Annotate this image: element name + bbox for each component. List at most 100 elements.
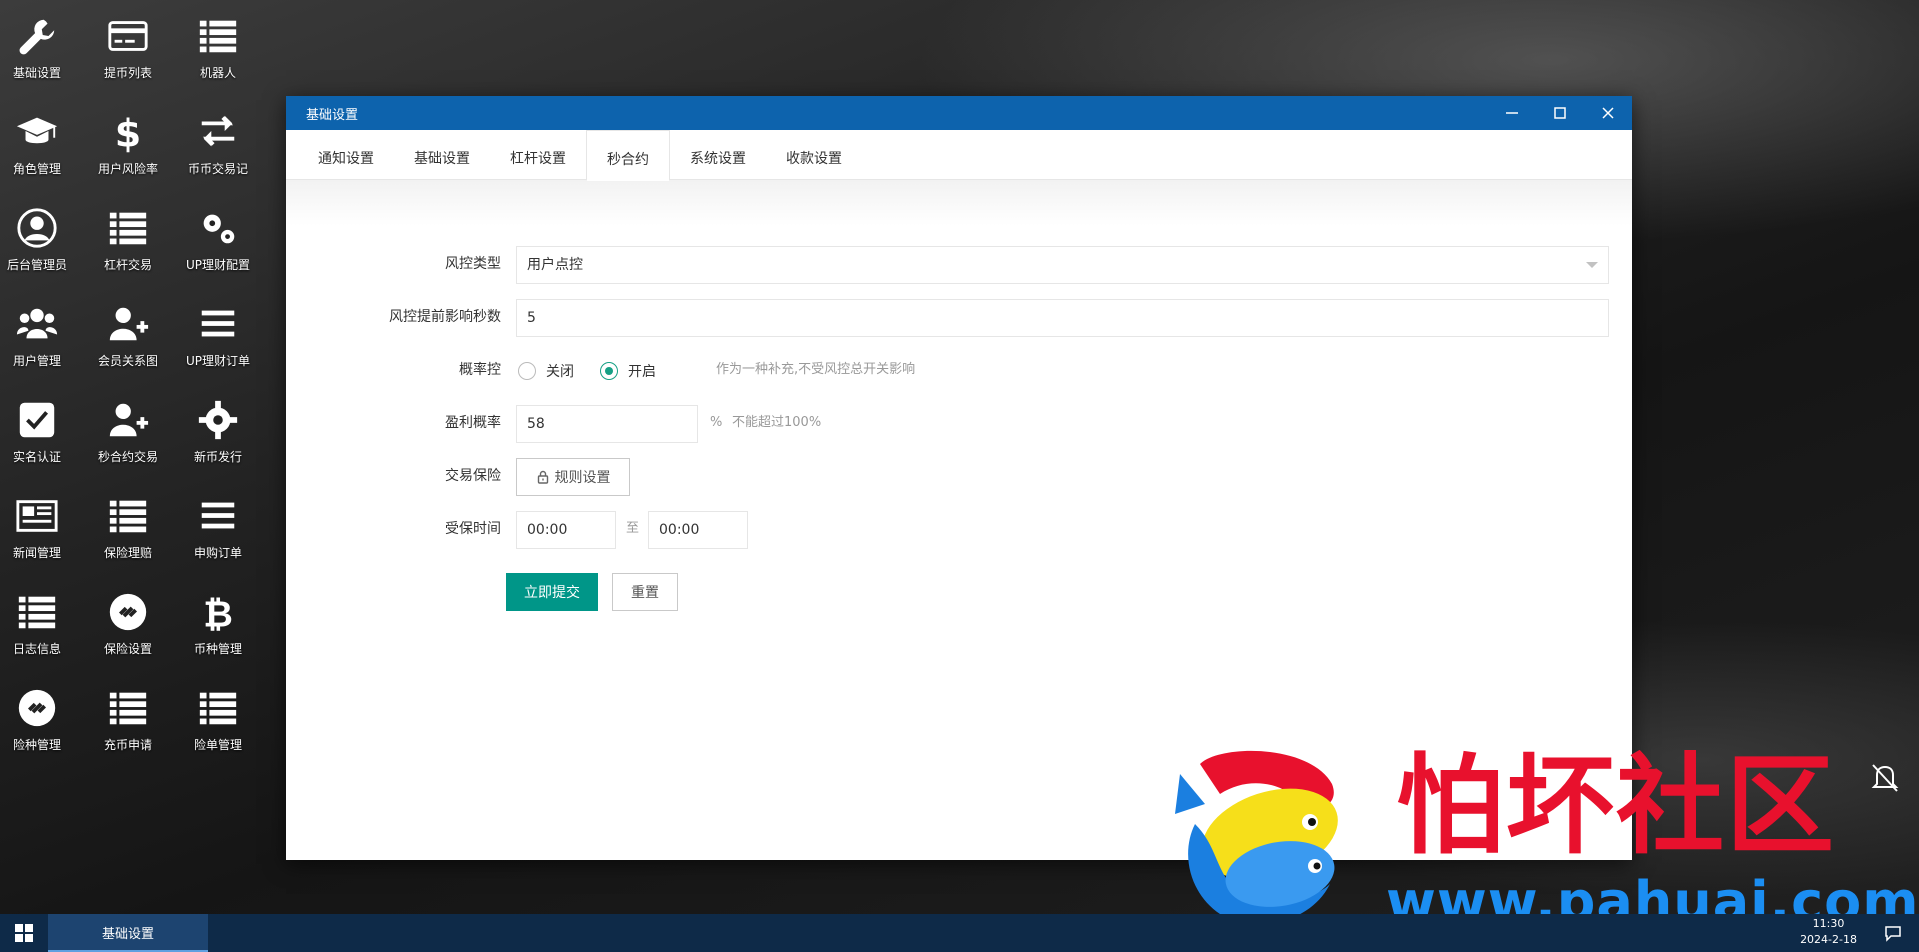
- insured-time-end-value: 00:00: [659, 522, 700, 538]
- window-title: 基础设置: [306, 107, 359, 123]
- chevron-down-icon: [1586, 262, 1598, 268]
- tab-system-settings[interactable]: 系统设置: [670, 130, 766, 180]
- desktop-icon-label: UP理财订单: [185, 354, 251, 368]
- desktop-icon-10[interactable]: 会员关系图: [84, 288, 172, 374]
- exchange-icon: [194, 108, 242, 156]
- rule-settings-button[interactable]: 规则设置: [516, 458, 630, 496]
- desktop-icon-20[interactable]: ₿ 币种管理: [174, 576, 262, 662]
- probability-off-radio[interactable]: 关闭: [518, 361, 574, 381]
- desktop-icon-19[interactable]: 保险设置: [84, 576, 172, 662]
- desktop-icon-4[interactable]: $ 用户风险率: [84, 96, 172, 182]
- probability-control-row: 概率控 关闭 开启 作为一种补充,不受风控总开关影响: [286, 352, 1632, 388]
- profit-rate-unit: %: [710, 415, 723, 430]
- desktop-icon-23[interactable]: 险单管理: [174, 672, 262, 758]
- desktop-icon-3[interactable]: 角色管理: [0, 96, 81, 182]
- close-button[interactable]: [1584, 96, 1632, 130]
- risk-type-select[interactable]: 用户点控: [516, 246, 1609, 284]
- desktop-icon-14[interactable]: 新币发行: [174, 384, 262, 470]
- profit-rate-hint: 不能超过100%: [732, 415, 822, 430]
- desktop-icon-label: 基础设置: [12, 66, 61, 80]
- probability-hint: 作为一种补充,不受风控总开关影响: [716, 362, 916, 377]
- desktop-icon-15[interactable]: 新闻管理: [0, 480, 81, 566]
- desktop-icon-16[interactable]: 保险理赔: [84, 480, 172, 566]
- desktop-icon-9[interactable]: 用户管理: [0, 288, 81, 374]
- desktop-icon-21[interactable]: 险种管理: [0, 672, 81, 758]
- insured-time-start-input[interactable]: 00:00: [516, 511, 616, 549]
- risk-seconds-input[interactable]: 5: [516, 299, 1609, 337]
- desktop-icon-label: 险种管理: [12, 738, 61, 752]
- profit-rate-value: 58: [527, 416, 545, 432]
- desktop-icon-label: 充币申请: [103, 738, 152, 752]
- risk-seconds-value: 5: [527, 310, 536, 326]
- desktop-icon-label: 会员关系图: [97, 354, 158, 368]
- trade-insurance-row: 交易保险 规则设置: [286, 458, 1632, 496]
- list-icon: [13, 588, 61, 636]
- muted-bell-icon[interactable]: [1868, 760, 1902, 794]
- bitcoin-icon: ₿: [194, 588, 242, 636]
- form-actions-row: 立即提交 重置: [286, 573, 1632, 611]
- desktop-icon-1[interactable]: 提币列表: [84, 0, 172, 86]
- desktop-icon-label: 币种管理: [193, 642, 242, 656]
- probability-on-radio[interactable]: 开启: [600, 361, 656, 381]
- tab-notification-settings[interactable]: 通知设置: [298, 130, 394, 180]
- insured-time-end-input[interactable]: 00:00: [648, 511, 748, 549]
- minimize-button[interactable]: [1488, 96, 1536, 130]
- list-icon: [194, 684, 242, 732]
- profit-rate-label: 盈利概率: [445, 415, 501, 431]
- desktop-icon-label: 申购订单: [193, 546, 242, 560]
- submit-button[interactable]: 立即提交: [506, 573, 598, 611]
- insured-time-label: 受保时间: [445, 521, 501, 537]
- radio-on-circle: [600, 362, 618, 380]
- svg-text:$: $: [115, 111, 142, 154]
- desktop-icon-18[interactable]: 日志信息: [0, 576, 81, 662]
- desktop-icon-11[interactable]: UP理财订单: [174, 288, 262, 374]
- desktop-icon-5[interactable]: 币币交易记: [174, 96, 262, 182]
- maximize-icon: [1554, 107, 1566, 119]
- graduation-cap-icon: [13, 108, 61, 156]
- desktop-icon-13[interactable]: 秒合约交易: [84, 384, 172, 470]
- checkbox-icon: [13, 396, 61, 444]
- probability-control-label: 概率控: [459, 362, 501, 378]
- probability-off-label: 关闭: [546, 364, 574, 380]
- window-titlebar[interactable]: 基础设置: [286, 96, 1632, 130]
- tab-second-contract[interactable]: 秒合约: [586, 130, 670, 181]
- desktop-icon-label: 用户风险率: [97, 162, 158, 176]
- desktop-icon-17[interactable]: 申购订单: [174, 480, 262, 566]
- desktop-icon-22[interactable]: 充币申请: [84, 672, 172, 758]
- users-icon: [13, 300, 61, 348]
- insured-time-row: 受保时间 00:00 至 00:00: [286, 511, 1632, 549]
- gears-icon: [194, 204, 242, 252]
- tab-basic-settings[interactable]: 基础设置: [394, 130, 490, 180]
- desktop-icon-label: 杠杆交易: [103, 258, 152, 272]
- profit-rate-input[interactable]: 58: [516, 405, 698, 443]
- notification-center-button[interactable]: [1883, 923, 1905, 943]
- bars-icon: [194, 300, 242, 348]
- card-icon: [104, 12, 152, 60]
- desktop-icon-0[interactable]: 基础设置: [0, 0, 81, 86]
- desktop-icon-12[interactable]: 实名认证: [0, 384, 81, 470]
- risk-type-label: 风控类型: [445, 256, 501, 272]
- desktop-icon-8[interactable]: UP理财配置: [174, 192, 262, 278]
- close-icon: [1602, 107, 1614, 119]
- desktop-icon-label: 险单管理: [193, 738, 242, 752]
- trade-insurance-label: 交易保险: [445, 468, 501, 484]
- desktop-icon-6[interactable]: 后台管理员: [0, 192, 81, 278]
- chat-bubble-icon: [1885, 926, 1901, 942]
- start-button[interactable]: [0, 914, 48, 952]
- desktop-icon-2[interactable]: 机器人: [174, 0, 262, 86]
- taskbar-item-basic-settings[interactable]: 基础设置: [48, 914, 208, 952]
- risk-seconds-row: 风控提前影响秒数 5: [286, 299, 1632, 337]
- newspaper-icon: [13, 492, 61, 540]
- risk-type-row: 风控类型 用户点控: [286, 246, 1632, 284]
- profit-rate-row: 盈利概率 58 % 不能超过100%: [286, 405, 1632, 443]
- tab-leverage-settings[interactable]: 杠杆设置: [490, 130, 586, 180]
- tab-content-divider: [286, 180, 1632, 226]
- desktop-icon-7[interactable]: 杠杆交易: [84, 192, 172, 278]
- maximize-button[interactable]: [1536, 96, 1584, 130]
- reset-button[interactable]: 重置: [612, 573, 678, 611]
- desktop-icon-label: 实名认证: [12, 450, 61, 464]
- taskbar-clock[interactable]: 11:30 2024-2-18: [1800, 916, 1857, 948]
- tab-payment-settings[interactable]: 收款设置: [766, 130, 862, 180]
- taskbar: 基础设置 11:30 2024-2-18: [0, 914, 1919, 952]
- desktop-icon-label: 新闻管理: [12, 546, 61, 560]
